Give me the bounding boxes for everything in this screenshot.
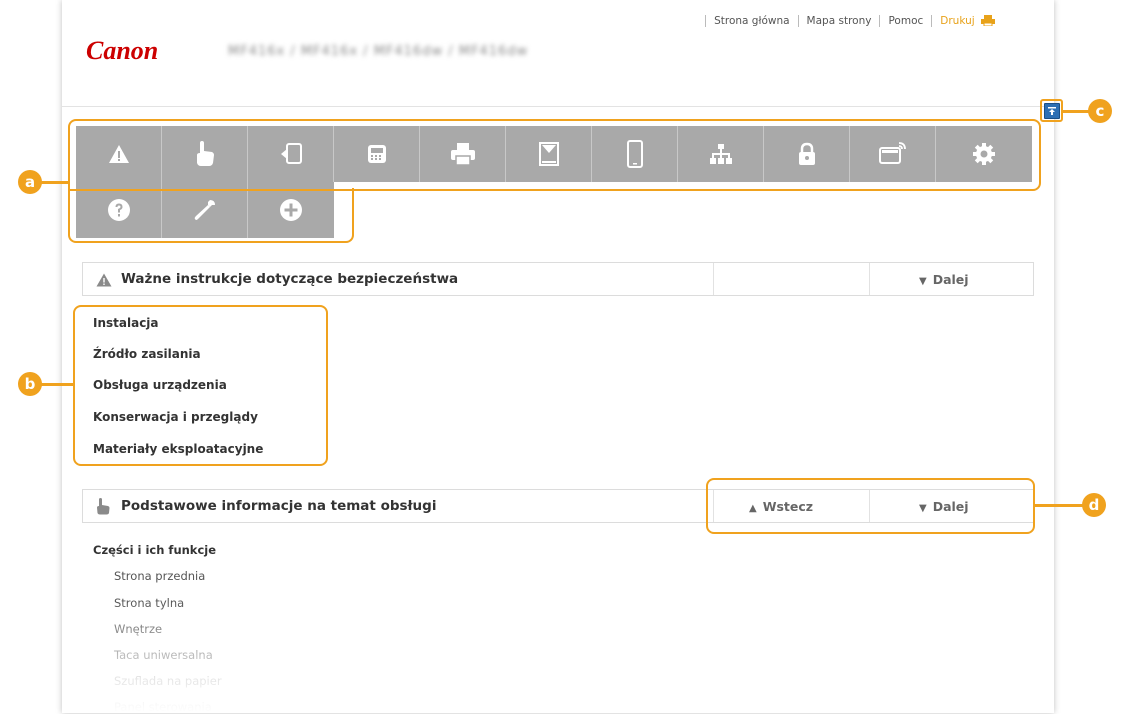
link-home[interactable]: Strona główna [705,15,797,27]
callout-frame-a-top [68,119,1041,191]
nav-divider [713,263,714,295]
triangle-down-icon: ▼ [919,276,927,287]
callout-d: d [1082,493,1106,517]
section-title-safety: Ważne instrukcje dotyczące bezpieczeństw… [121,271,459,287]
top-links: Strona główna Mapa strony Pomoc Drukuj [705,15,1003,27]
warning-small-icon [96,273,112,287]
link-paper-drawer[interactable]: Szuflada na papier [114,674,222,688]
callout-line-c [1062,110,1090,113]
next-label: Dalej [932,272,969,287]
printer-small-icon [981,15,995,26]
section-title-basic-operations: Podstawowe informacje na temat obsługi [121,498,437,514]
link-control-panel[interactable]: Panel sterowania [114,700,212,714]
next-button-section1[interactable]: ▼ Dalej [919,272,969,287]
nav-divider [869,263,870,295]
print-label: Drukuj [940,15,975,27]
callout-line-b [40,383,75,386]
link-interior[interactable]: Wnętrze [114,622,162,636]
callout-c: c [1088,99,1112,123]
callout-frame-d [706,478,1035,534]
link-sitemap[interactable]: Mapa strony [797,15,880,27]
callout-line-a [40,181,70,184]
link-multipurpose-tray[interactable]: Taca uniwersalna [114,648,213,662]
link-print[interactable]: Drukuj [931,15,1003,27]
link-parts-functions[interactable]: Części i ich funkcje [93,543,216,557]
section-header-safety: Ważne instrukcje dotyczące bezpieczeństw… [82,262,1034,296]
callout-frame-a-bottom [68,188,354,243]
header-divider [62,106,1054,107]
callout-frame-b [73,305,328,466]
callout-frame-c [1040,99,1063,122]
callout-a: a [18,170,42,194]
link-help[interactable]: Pomoc [879,15,931,27]
hand-pointer-small-icon [97,498,110,515]
callout-b: b [18,372,42,396]
canon-logo: Canon [86,36,159,65]
model-name: MF416x / MF416x / MF416dw / MF416dw [228,44,529,59]
link-back-side[interactable]: Strona tylna [114,596,184,610]
callout-line-d [1034,504,1086,507]
link-front-side[interactable]: Strona przednia [114,569,205,583]
